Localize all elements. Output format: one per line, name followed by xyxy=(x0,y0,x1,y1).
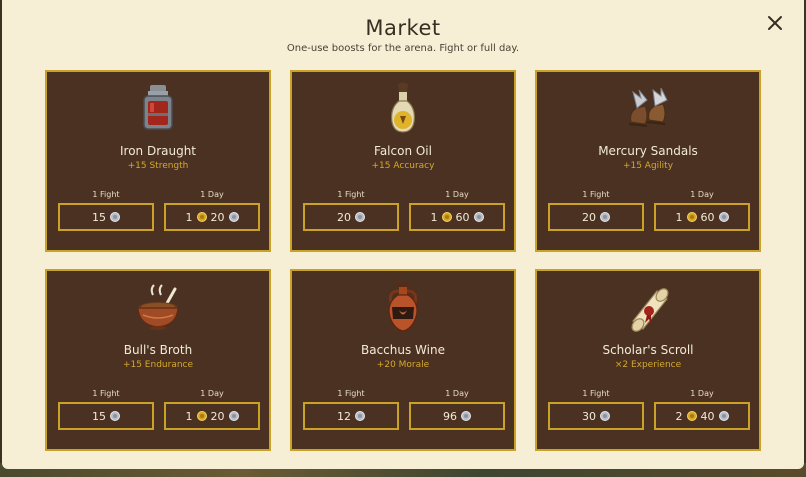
fight-label: 1 Fight xyxy=(92,389,120,398)
fight-label: 1 Fight xyxy=(582,389,610,398)
gold-coin-icon xyxy=(441,212,452,222)
modal-title: Market xyxy=(365,16,441,40)
silver-coin-icon xyxy=(110,212,120,222)
buy-fight-button[interactable]: 15 xyxy=(58,203,154,231)
gold-coin-icon xyxy=(196,411,207,421)
price-silver: 30 xyxy=(582,409,596,423)
buy-fight-button[interactable]: 20 xyxy=(548,203,644,231)
price-gold: 1 xyxy=(675,210,683,224)
item-name: Falcon Oil xyxy=(374,144,432,158)
gold-coin-icon xyxy=(686,212,697,222)
gold-coin-icon xyxy=(196,212,207,222)
item-bonus: +15 Endurance xyxy=(122,360,194,370)
close-icon xyxy=(768,16,782,30)
gold-coin-icon xyxy=(686,411,697,421)
silver-coin-icon xyxy=(228,411,239,421)
silver-coin-icon xyxy=(718,411,729,421)
silver-coin-icon xyxy=(355,212,365,222)
fight-label: 1 Fight xyxy=(337,389,365,398)
modal-subtitle: One-use boosts for the arena. Fight or f… xyxy=(286,43,520,54)
price-silver: 20 xyxy=(210,409,225,423)
price-silver: 40 xyxy=(700,409,715,423)
fight-label: 1 Fight xyxy=(582,190,610,199)
buy-fight-button[interactable]: 30 xyxy=(548,402,644,430)
price-gold: 1 xyxy=(185,409,193,423)
day-label: 1 Day xyxy=(690,389,714,398)
price-silver: 20 xyxy=(337,210,351,224)
item-name: Scholar's Scroll xyxy=(602,343,694,357)
item-grid: Iron Draught +15 Strength 1 Fight 1 Day … xyxy=(45,70,761,451)
market-modal: Market One-use boosts for the arena. Fig… xyxy=(2,0,804,469)
price-gold: 2 xyxy=(675,409,683,423)
price-silver: 60 xyxy=(700,210,715,224)
item-name: Bacchus Wine xyxy=(361,343,445,357)
buy-fight-button[interactable]: 12 xyxy=(303,402,399,430)
item-bonus: ×2 Experience xyxy=(614,360,682,370)
buy-day-button[interactable]: 1 60 xyxy=(654,203,750,231)
item-bonus: +15 Agility xyxy=(622,161,674,171)
buy-fight-button[interactable]: 15 xyxy=(58,402,154,430)
silver-coin-icon xyxy=(718,212,729,222)
fight-label: 1 Fight xyxy=(92,190,120,199)
price-silver: 60 xyxy=(455,210,470,224)
buy-fight-button[interactable]: 20 xyxy=(303,203,399,231)
item-name: Mercury Sandals xyxy=(598,144,698,158)
close-button[interactable] xyxy=(766,14,784,32)
silver-coin-icon xyxy=(110,411,120,421)
day-label: 1 Day xyxy=(445,389,469,398)
item-card: Mercury Sandals +15 Agility 1 Fight 1 Da… xyxy=(535,70,761,252)
price-silver: 20 xyxy=(210,210,225,224)
day-label: 1 Day xyxy=(445,190,469,199)
item-bonus: +15 Accuracy xyxy=(371,161,435,171)
item-card: Bull's Broth +15 Endurance 1 Fight 1 Day… xyxy=(45,269,271,451)
silver-coin-icon xyxy=(228,212,239,222)
item-name: Bull's Broth xyxy=(123,343,193,357)
oil-bottle-icon xyxy=(391,82,415,133)
buy-day-button[interactable]: 96 xyxy=(409,402,505,430)
silver-coin-icon xyxy=(355,411,365,421)
item-bonus: +15 Strength xyxy=(127,161,189,171)
item-card: Falcon Oil +15 Accuracy 1 Fight 1 Day 20… xyxy=(290,70,516,252)
wine-amphora-icon xyxy=(388,283,418,332)
price-silver: 15 xyxy=(92,210,106,224)
day-label: 1 Day xyxy=(200,190,224,199)
buy-day-button[interactable]: 2 40 xyxy=(654,402,750,430)
price-silver: 15 xyxy=(92,409,106,423)
price-silver: 96 xyxy=(443,409,457,423)
buy-day-button[interactable]: 1 20 xyxy=(164,402,260,430)
item-bonus: +20 Morale xyxy=(376,360,430,370)
price-silver: 12 xyxy=(337,409,351,423)
day-label: 1 Day xyxy=(200,389,224,398)
buy-day-button[interactable]: 1 60 xyxy=(409,203,505,231)
silver-coin-icon xyxy=(600,212,610,222)
item-card: Scholar's Scroll ×2 Experience 1 Fight 1… xyxy=(535,269,761,451)
buy-day-button[interactable]: 1 20 xyxy=(164,203,260,231)
item-name: Iron Draught xyxy=(119,144,197,158)
item-card: Bacchus Wine +20 Morale 1 Fight 1 Day 12… xyxy=(290,269,516,451)
silver-coin-icon xyxy=(461,411,471,421)
price-silver: 20 xyxy=(582,210,596,224)
potion-jar-icon xyxy=(143,85,173,130)
scroll-icon xyxy=(631,288,669,332)
day-label: 1 Day xyxy=(690,190,714,199)
price-gold: 1 xyxy=(430,210,438,224)
silver-coin-icon xyxy=(473,212,484,222)
price-gold: 1 xyxy=(185,210,193,224)
fight-label: 1 Fight xyxy=(337,190,365,199)
silver-coin-icon xyxy=(600,411,610,421)
broth-bowl-icon xyxy=(137,284,179,330)
item-card: Iron Draught +15 Strength 1 Fight 1 Day … xyxy=(45,70,271,252)
winged-sandals-icon xyxy=(628,87,668,127)
